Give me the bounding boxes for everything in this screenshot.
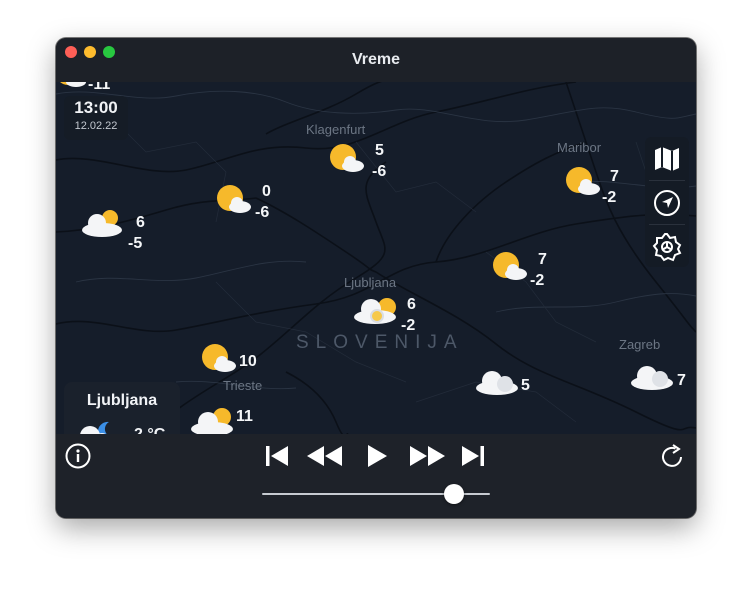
- high-temperature: 5: [375, 142, 384, 159]
- weather-station-klagenfurt[interactable]: 5 -6: [327, 141, 386, 180]
- low-temperature: -6: [372, 163, 387, 180]
- rewind-button[interactable]: [306, 445, 344, 472]
- high-temperature: 6: [136, 214, 145, 231]
- high-temperature: 6: [407, 296, 416, 313]
- high-temperature: 7: [538, 251, 547, 268]
- current-location-button[interactable]: [645, 181, 689, 224]
- play-icon: [368, 445, 387, 467]
- fast-forward-icon: [410, 446, 445, 466]
- cloud-sun-icon: [191, 408, 233, 434]
- weather-station-celje[interactable]: 7 -2: [490, 249, 547, 289]
- weather-station-nova-gorica[interactable]: 10: [199, 341, 257, 380]
- cloud-icon: [631, 366, 673, 390]
- map-icon: [655, 146, 679, 171]
- cloud-sun-icon: [82, 210, 122, 237]
- city-label-maribor: Maribor: [557, 140, 602, 155]
- weather-station-maribor[interactable]: 7 -2: [563, 164, 619, 206]
- skip-forward-icon: [462, 446, 484, 466]
- info-icon: [65, 443, 91, 469]
- info-button[interactable]: [65, 443, 91, 474]
- low-temperature: -2: [401, 317, 416, 334]
- playback-controls: [56, 434, 696, 518]
- weather-station-top-left[interactable]: -11: [56, 82, 110, 95]
- low-temperature: -2: [530, 272, 545, 289]
- city-label-klagenfurt: Klagenfurt: [306, 122, 366, 137]
- weather-station-upper-left[interactable]: 0 -6: [214, 182, 271, 221]
- current-date: 12.02.22: [74, 120, 118, 132]
- skip-to-end-button[interactable]: [460, 445, 486, 472]
- low-temperature: -6: [255, 204, 270, 221]
- city-label-ljubljana: Ljubljana: [344, 275, 397, 290]
- high-temperature: 7: [610, 168, 619, 185]
- timeline-slider-thumb[interactable]: [443, 484, 464, 504]
- weather-station-novo-mesto[interactable]: 5: [475, 367, 530, 402]
- window-title: Vreme: [351, 51, 401, 68]
- weather-map[interactable]: SLOVENIJA Klagenfurt Maribor Ljubljana T…: [56, 82, 696, 434]
- current-temperature: 2 °C: [134, 426, 165, 434]
- sun-cloud-icon: [330, 144, 364, 172]
- sun-cloud-icon: [217, 185, 251, 213]
- high-temperature: 0: [262, 183, 271, 200]
- settings-button[interactable]: [645, 225, 689, 268]
- sun-cloud-icon: [60, 82, 86, 87]
- timestamp-box: 13:00 12.02.22: [64, 96, 128, 140]
- skip-back-icon: [266, 446, 288, 466]
- map-toolbar: [645, 137, 689, 267]
- sun-cloud-icon: [566, 167, 600, 195]
- weather-station-ljubljana[interactable]: 6 -2: [353, 294, 416, 334]
- high-temperature: 7: [677, 372, 686, 389]
- weather-station-far-left[interactable]: 6 -5: [80, 207, 145, 252]
- low-temperature: -11: [88, 82, 111, 93]
- fast-forward-button[interactable]: [408, 445, 446, 472]
- app-window: Vreme SLOVENIJA Klagenfurt Maribor Ljubl…: [56, 38, 696, 518]
- refresh-button[interactable]: [659, 443, 687, 476]
- cloud-icon: [476, 371, 518, 395]
- country-label: SLOVENIJA: [296, 332, 464, 353]
- cloud-moon-icon: [80, 421, 109, 434]
- high-temperature: 10: [239, 353, 257, 370]
- location-arrow-icon: [654, 189, 680, 216]
- rewind-icon: [307, 446, 342, 466]
- refresh-icon: [662, 444, 682, 467]
- weather-station-koper[interactable]: 11: [190, 404, 253, 434]
- gear-icon: [652, 232, 682, 261]
- high-temperature: 11: [236, 408, 253, 425]
- skip-to-start-button[interactable]: [264, 445, 290, 472]
- current-city-name: Ljubljana: [86, 392, 158, 409]
- cloud-sun-icon: [354, 298, 396, 324]
- map-button[interactable]: [645, 137, 689, 180]
- title-bar: Vreme: [56, 38, 696, 82]
- low-temperature: -2: [602, 189, 617, 206]
- city-label-trieste: Trieste: [223, 378, 263, 393]
- city-label-zagreb: Zagreb: [619, 337, 661, 352]
- high-temperature: 5: [521, 377, 530, 394]
- low-temperature: -5: [128, 235, 143, 252]
- sun-cloud-icon: [493, 252, 527, 280]
- play-button[interactable]: [366, 444, 388, 473]
- weather-station-zagreb[interactable]: 7: [630, 362, 686, 397]
- current-time: 13:00: [74, 98, 118, 117]
- current-city-panel: Ljubljana 2 °C: [64, 382, 180, 434]
- sun-cloud-icon: [202, 344, 236, 372]
